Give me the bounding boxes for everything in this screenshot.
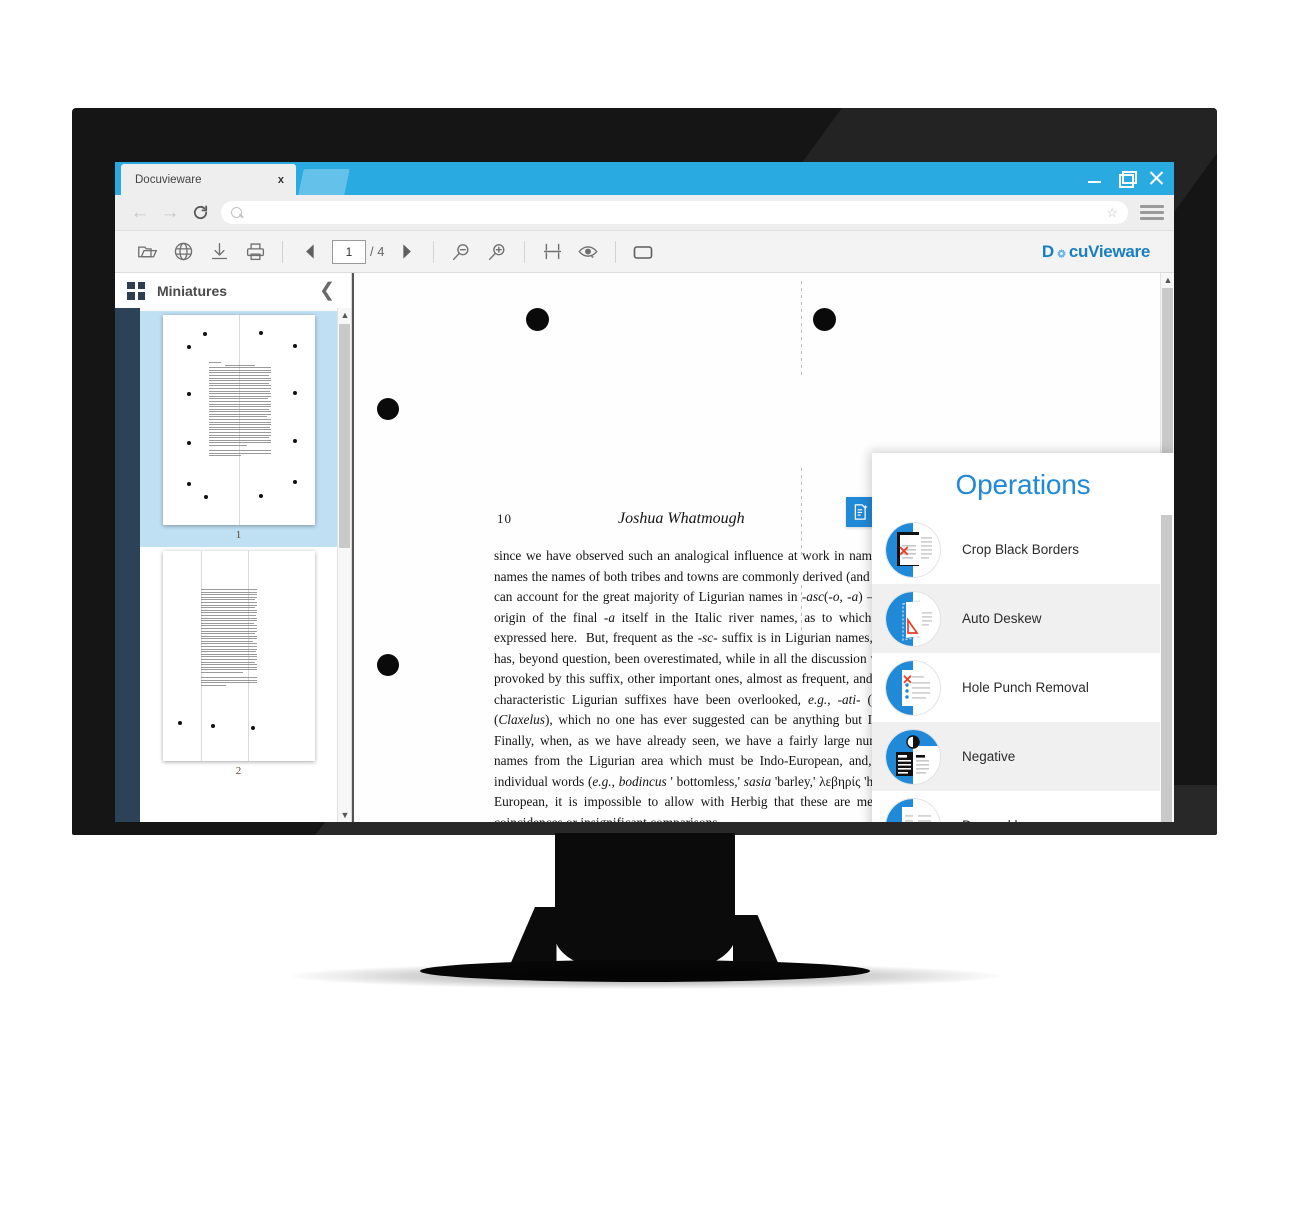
maximize-button[interactable] [1118,171,1137,188]
view-mode-icon[interactable] [570,235,606,269]
operation-label: Auto Deskew [962,611,1042,626]
monitor-drop-shadow [289,963,1000,989]
svg-text:✕: ✕ [902,672,913,687]
grid-icon[interactable] [127,281,145,300]
browser-tab-label: Docuvieware [135,173,202,186]
miniatures-scrollbar[interactable]: ▲ ▼ [337,308,351,822]
hamburger-menu-icon[interactable] [1140,205,1164,220]
operation-crop-black-borders[interactable]: ✕ Crop Black Borders [872,515,1160,584]
crop-black-borders-icon: ✕ [885,521,941,578]
scroll-up-icon[interactable]: ▲ [338,308,351,322]
despeckle-icon: ✕ [885,797,941,822]
list-item[interactable]: 1 [140,311,337,547]
thumbnail-caption: 1 [235,529,242,541]
operations-list[interactable]: ✕ Crop Black Borders Auto Deskew ✕ Hole … [872,515,1160,822]
toolbar-divider-4 [615,240,617,263]
next-page-button[interactable] [388,235,424,269]
operation-label: Crop Black Borders [962,542,1080,557]
rectangle-select-icon[interactable] [625,235,661,269]
hole-punch-removal-icon: ✕ [885,659,941,716]
toolbar-divider [282,240,283,263]
miniatures-list[interactable]: 1 2 [140,308,337,822]
address-bar[interactable]: ☆ [221,201,1128,224]
new-tab-button[interactable] [298,169,350,195]
monitor-stand-neck [554,833,735,973]
forward-arrow-icon[interactable]: → [155,198,185,228]
miniatures-panel: Miniatures ❮ 1 2 ▲ ▼ [115,273,352,822]
operation-auto-deskew[interactable]: Auto Deskew [872,584,1160,653]
miniatures-header: Miniatures ❮ [115,273,351,308]
app-body: Miniatures ❮ 1 2 ▲ ▼ 10 Joshua Whatmough… [115,273,1174,822]
page-total-label: / 4 [370,244,385,259]
scrollbar-thumb[interactable] [1161,515,1172,822]
miniatures-title: Miniatures [157,282,228,299]
document-viewer[interactable]: 10 Joshua Whatmough since we have observ… [352,273,1174,822]
print-icon[interactable] [237,235,273,269]
operations-title: Operations [955,469,1091,500]
operation-despeckle[interactable]: ✕ Despeckle [872,791,1160,822]
address-input[interactable] [243,206,1101,219]
miniatures-rail [115,308,140,822]
negative-icon [885,728,941,785]
scroll-down-icon[interactable]: ▼ [338,808,351,822]
operation-hole-punch-removal[interactable]: ✕ Hole Punch Removal [872,653,1160,722]
browser-titlebar: Docuvieware x [115,162,1174,195]
globe-icon[interactable] [165,235,201,269]
reload-icon[interactable] [185,198,215,228]
browser-tab[interactable]: Docuvieware x [121,164,296,195]
zoom-out-icon[interactable] [443,235,479,269]
auto-deskew-icon [885,590,941,647]
brand-text-rest: cuVieware [1068,241,1150,261]
page-number-input[interactable]: 1 [332,239,366,264]
previous-page-button[interactable] [292,235,328,269]
tab-close-icon[interactable]: x [278,174,284,186]
thumbnail-caption: 2 [235,765,242,777]
star-icon[interactable]: ☆ [1106,205,1118,221]
operations-inner: ✕ Crop Black Borders Auto Deskew ✕ Hole … [872,515,1174,822]
back-arrow-icon[interactable]: ← [125,198,155,228]
operations-scrollbar[interactable]: ▼ [1160,515,1174,822]
operation-label: Hole Punch Removal [962,680,1089,695]
gear-icon [1055,246,1068,259]
page-folio: 10 [497,511,512,526]
chevron-left-icon[interactable]: ❮ [319,279,335,302]
minimize-button[interactable] [1087,171,1102,186]
thumbnail-page-2[interactable] [162,551,315,761]
scrollbar-thumb[interactable] [339,324,350,548]
operations-panel: Operations ✕ Crop Black Borders Auto Des… [872,453,1174,822]
document-author: Joshua Whatmough [618,510,745,527]
miniatures-scroll-area: 1 2 ▲ ▼ [115,308,351,822]
scroll-up-icon[interactable]: ▲ [1161,273,1174,287]
docuvieware-logo: D cuVieware [1042,242,1150,262]
operation-label: Despeckle [962,818,1025,822]
viewer-toolbar: 1 / 4 D cuVieware [115,231,1174,273]
operation-label: Negative [962,749,1016,764]
search-icon [231,206,243,219]
browser-navbar: ← → ☆ [115,195,1174,231]
monitor-scene: Docuvieware x ← → ☆ 1 / 4 D cuVieware Mi… [0,0,1289,1220]
window-controls [1087,162,1164,195]
brand-text-d: D [1041,241,1054,261]
browser-window: Docuvieware x ← → ☆ 1 / 4 D cuVieware Mi… [115,162,1174,822]
close-button[interactable] [1149,171,1164,186]
toolbar-divider-2 [433,240,435,263]
open-folder-icon[interactable] [129,235,165,269]
operation-negative[interactable]: Negative [872,722,1160,791]
toolbar-divider-3 [524,240,526,263]
download-icon[interactable] [201,235,237,269]
thumbnail-page-1[interactable] [162,315,315,525]
svg-text:✕: ✕ [898,543,910,559]
zoom-in-icon[interactable] [479,235,515,269]
fit-page-icon[interactable] [534,235,570,269]
list-item[interactable]: 2 [140,547,337,783]
